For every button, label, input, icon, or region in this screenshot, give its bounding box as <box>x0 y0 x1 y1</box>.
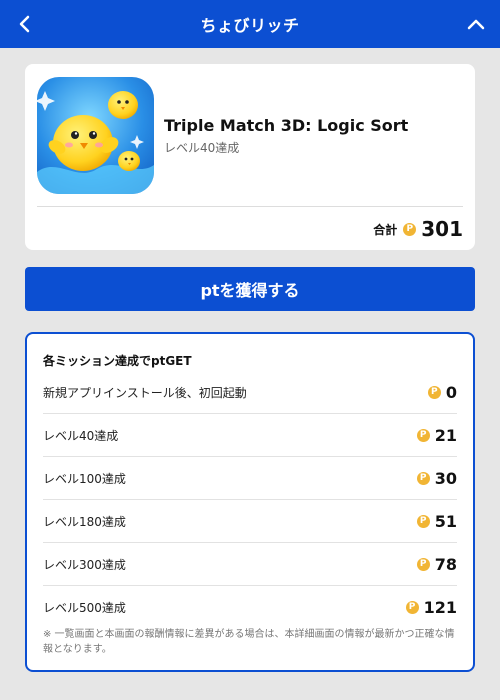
point-coin-icon: P <box>416 428 430 442</box>
point-coin-icon: P <box>405 601 419 614</box>
app-icon[interactable] <box>37 77 154 194</box>
mission-list: 新規アプリインストール後、初回起動 P 0 レベル40達成 P 21 レベル10… <box>43 371 457 629</box>
mission-row: 新規アプリインストール後、初回起動 P 0 <box>43 371 457 414</box>
point-coin-icon: P <box>416 557 430 571</box>
mission-title: 各ミッション達成でptGET <box>43 354 192 368</box>
mission-label: レベル500達成 <box>43 601 126 615</box>
mission-value: 78 <box>434 554 457 574</box>
app-name: Triple Match 3D: Logic Sort <box>164 116 409 135</box>
point-coin-icon: P <box>427 385 441 399</box>
mission-value: 51 <box>434 511 457 531</box>
mission-value: 0 <box>445 382 457 402</box>
mission-value: 21 <box>434 425 457 445</box>
mission-points: P 121 <box>405 598 457 617</box>
mission-row: レベル300達成 P 78 <box>43 543 457 586</box>
mission-card: 各ミッション達成でptGET 新規アプリインストール後、初回起動 P 0 レベル… <box>25 332 475 672</box>
point-coin-icon: P <box>403 222 417 236</box>
mission-label: レベル40達成 <box>43 428 119 443</box>
point-coin-icon: P <box>416 471 430 485</box>
mission-points: P 78 <box>416 554 457 574</box>
mission-row: レベル100達成 P 30 <box>43 457 457 500</box>
app-card: Triple Match 3D: Logic Sort レベル40達成 合計 P… <box>25 64 475 250</box>
total-label: 合計 <box>373 222 398 237</box>
mission-value: 30 <box>434 468 457 488</box>
page-title: ちょびリッチ <box>200 16 300 35</box>
mission-label: レベル180達成 <box>43 514 126 529</box>
mission-row: レベル180達成 P 51 <box>43 500 457 543</box>
disclaimer-note: ※ 一覧画面と本画面の報酬情報に差異がある場合は、本詳細画面の情報が最新かつ正確… <box>43 629 455 655</box>
get-points-button[interactable]: ptを獲得する <box>25 267 475 311</box>
mission-row: レベル40達成 P 21 <box>43 414 457 457</box>
point-coin-icon: P <box>416 514 430 528</box>
mission-points: P 21 <box>416 425 457 445</box>
mission-label: 新規アプリインストール後、初回起動 <box>43 385 247 400</box>
app-subtitle: レベル40達成 <box>164 141 240 155</box>
mission-value: 121 <box>423 598 457 617</box>
divider <box>37 206 463 207</box>
mission-points: P 30 <box>416 468 457 488</box>
mission-label: レベル300達成 <box>43 557 126 572</box>
mission-points: P 51 <box>416 511 457 531</box>
back-button[interactable] <box>0 0 48 48</box>
mission-points: P 0 <box>427 382 457 402</box>
total-value: 301 <box>421 217 463 241</box>
top-bar: ちょびリッチ <box>0 0 500 48</box>
mission-row: レベル500達成 P 121 <box>43 586 457 629</box>
chevron-up-icon <box>467 19 485 30</box>
total-points: 合計 P 301 <box>373 217 463 241</box>
collapse-button[interactable] <box>452 0 500 48</box>
mission-label: レベル100達成 <box>43 471 126 486</box>
chevron-left-icon <box>19 15 30 33</box>
